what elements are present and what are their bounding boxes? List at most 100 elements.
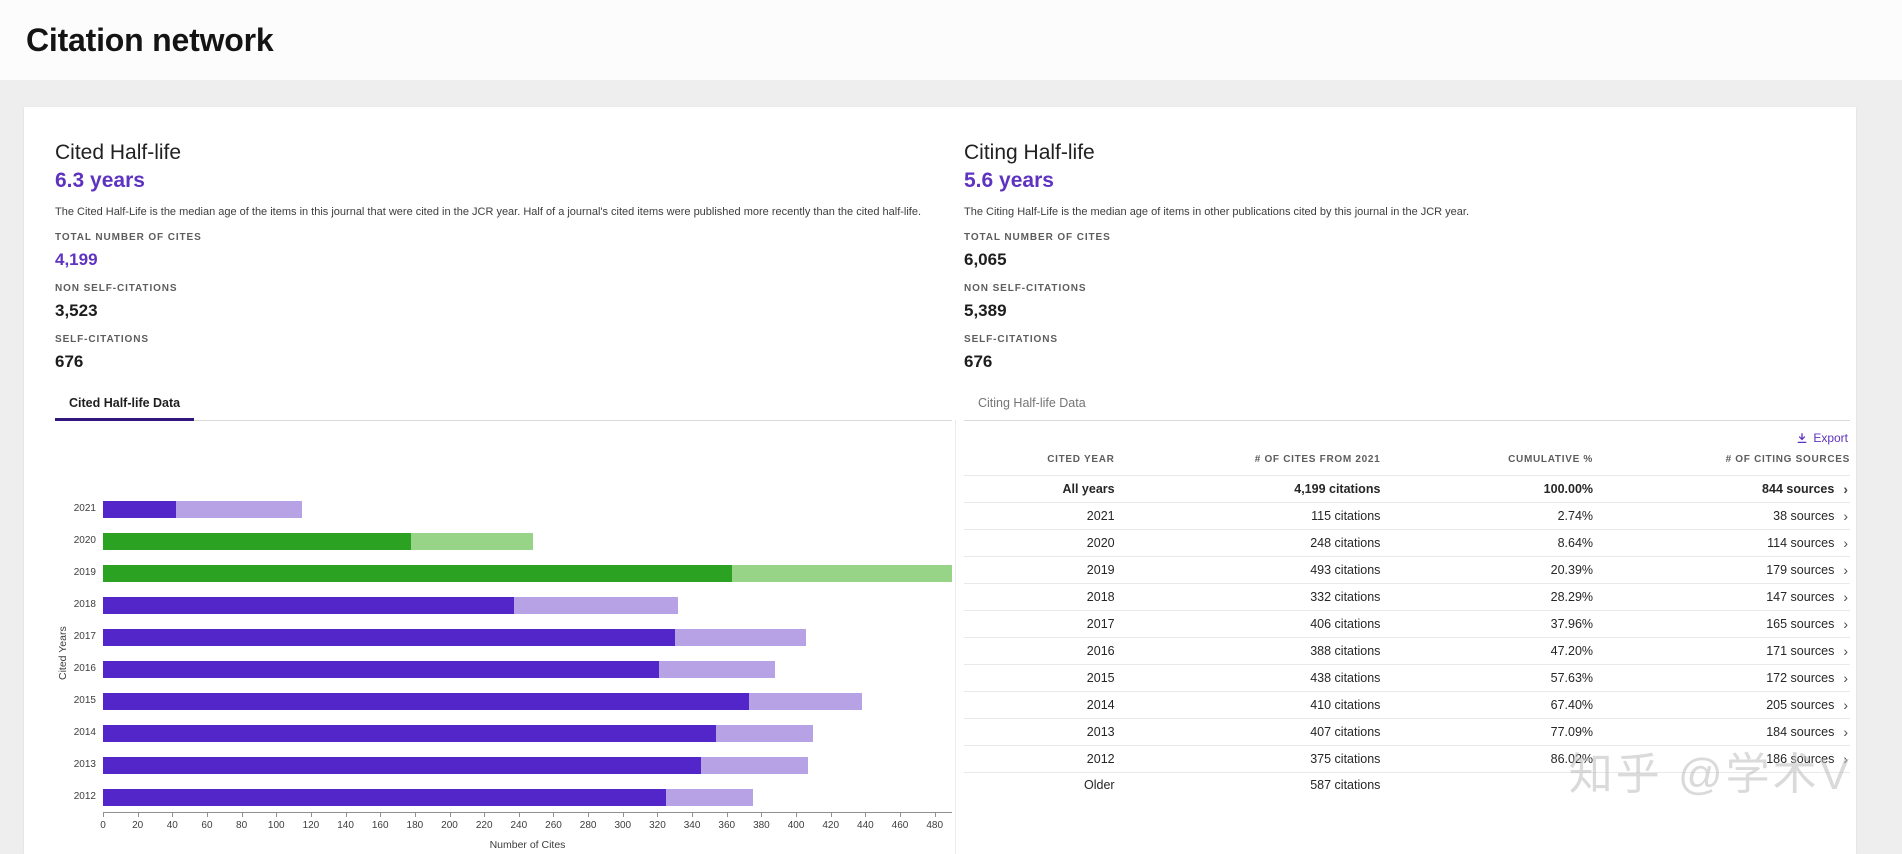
sources-link[interactable]: 844 sources (1762, 482, 1834, 496)
x-tick-label: 140 (337, 820, 354, 831)
chevron-right-icon[interactable]: › (1843, 698, 1848, 712)
cited-half-life-title: Cited Half-life (55, 141, 182, 164)
bar-segment-self-citations[interactable] (659, 660, 776, 678)
cell-sources[interactable]: 147 sources › (1593, 583, 1850, 611)
x-tick-mark (380, 813, 382, 817)
bar-segment-non-self-citations[interactable] (103, 788, 667, 806)
sources-link[interactable]: 172 sources (1766, 671, 1834, 685)
cell-cites: 388 citations (1114, 637, 1381, 665)
y-axis-label: 2018 (73, 599, 96, 610)
stat-value-total-cites[interactable]: 4,199 (55, 249, 952, 270)
bar-segment-self-citations[interactable] (700, 756, 809, 774)
cell-sources[interactable]: 38 sources › (1593, 502, 1850, 530)
bar-segment-non-self-citations[interactable] (103, 596, 514, 614)
table-row[interactable]: 2021 115 citations 2.74% 38 sources › (964, 502, 1850, 530)
header-cited-year: CITED YEAR (1047, 454, 1115, 465)
bar-segment-non-self-citations[interactable] (103, 724, 717, 742)
sources-link[interactable]: 114 sources (1767, 536, 1834, 550)
sources-link[interactable]: 205 sources (1766, 698, 1834, 712)
cell-sources[interactable]: 179 sources › (1593, 556, 1850, 584)
chevron-right-icon[interactable]: › (1843, 725, 1848, 739)
chevron-right-icon[interactable]: › (1843, 644, 1848, 658)
cell-year: 2017 (964, 610, 1115, 638)
stat-total-cites: TOTAL NUMBER OF CITES 6,065 (964, 232, 1850, 270)
table-row[interactable]: 2014 410 citations 67.40% 205 sources › (964, 691, 1850, 719)
chevron-right-icon[interactable]: › (1843, 536, 1848, 550)
x-tick-label: 320 (649, 820, 666, 831)
bar-segment-self-citations[interactable] (716, 724, 814, 742)
sources-link[interactable]: 179 sources (1766, 563, 1834, 577)
cell-year: 2016 (964, 637, 1115, 665)
cell-sources[interactable]: 171 sources › (1593, 637, 1850, 665)
cell-sources[interactable]: 172 sources › (1593, 664, 1850, 692)
table-row[interactable]: 2018 332 citations 28.29% 147 sources › (964, 583, 1850, 611)
x-tick-mark (345, 813, 347, 817)
cell-sources[interactable]: 114 sources › (1593, 529, 1850, 557)
chevron-right-icon[interactable]: › (1843, 671, 1848, 685)
export-button[interactable]: Export (1796, 431, 1848, 445)
sources-link[interactable]: 38 sources (1773, 509, 1834, 523)
table-row[interactable]: 2016 388 citations 47.20% 171 sources › (964, 637, 1850, 665)
cited-half-life-value: 6.3 years (55, 169, 145, 192)
cell-sources[interactable]: 184 sources › (1593, 718, 1850, 746)
sources-link[interactable]: 186 sources (1766, 752, 1834, 766)
table-row[interactable]: 2019 493 citations 20.39% 179 sources › (964, 556, 1850, 584)
bar-row-2018 (103, 589, 952, 621)
bar-segment-self-citations[interactable] (175, 500, 303, 518)
bar-segment-self-citations[interactable] (749, 692, 862, 710)
chevron-right-icon[interactable]: › (1843, 563, 1848, 577)
cell-cites: 587 citations (1114, 772, 1381, 798)
bar-segment-non-self-citations[interactable] (103, 660, 660, 678)
bar-segment-non-self-citations[interactable] (103, 692, 750, 710)
cell-cumulative: 47.20% (1380, 637, 1594, 665)
table-row[interactable]: 2013 407 citations 77.09% 184 sources › (964, 718, 1850, 746)
stat-label: TOTAL NUMBER OF CITES (964, 232, 1111, 243)
cell-cumulative (1380, 772, 1594, 798)
cell-cites: 248 citations (1114, 529, 1381, 557)
cited-half-life-description: The Cited Half-Life is the median age of… (55, 206, 922, 218)
chevron-right-icon[interactable]: › (1843, 590, 1848, 604)
x-tick-mark (622, 813, 624, 817)
bar-segment-non-self-citations[interactable] (103, 500, 176, 518)
bar-segment-self-citations[interactable] (411, 532, 533, 550)
cell-sources[interactable]: 844 sources › (1593, 475, 1850, 503)
cell-sources (1593, 772, 1850, 798)
citing-half-life-title: Citing Half-life (964, 141, 1095, 164)
sources-link[interactable]: 165 sources (1766, 617, 1834, 631)
sources-link[interactable]: 184 sources (1766, 725, 1834, 739)
table-row[interactable]: 2015 438 citations 57.63% 172 sources › (964, 664, 1850, 692)
bar-segment-self-citations[interactable] (674, 628, 807, 646)
bar-segment-self-citations[interactable] (666, 788, 753, 806)
chevron-right-icon[interactable]: › (1843, 482, 1848, 496)
table-row: Older 587 citations (964, 772, 1850, 798)
x-tick-label: 200 (441, 820, 458, 831)
x-tick-mark (657, 813, 659, 817)
cell-cumulative: 20.39% (1380, 556, 1594, 584)
bar-segment-non-self-citations[interactable] (103, 628, 675, 646)
cell-sources[interactable]: 165 sources › (1593, 610, 1850, 638)
x-tick-mark (934, 813, 936, 817)
sources-link[interactable]: 171 sources (1766, 644, 1834, 658)
bar-segment-non-self-citations[interactable] (103, 756, 701, 774)
cell-cites: 410 citations (1114, 691, 1381, 719)
sources-link[interactable]: 147 sources (1766, 590, 1834, 604)
table-row[interactable]: 2017 406 citations 37.96% 165 sources › (964, 610, 1850, 638)
cell-cumulative: 37.96% (1380, 610, 1594, 638)
cell-sources[interactable]: 205 sources › (1593, 691, 1850, 719)
table-row[interactable]: All years 4,199 citations 100.00% 844 sourc… (964, 475, 1850, 503)
table-row[interactable]: 2012 375 citations 86.02% 186 sources › (964, 745, 1850, 773)
chevron-right-icon[interactable]: › (1843, 617, 1848, 631)
chevron-right-icon[interactable]: › (1843, 509, 1848, 523)
bar-segment-self-citations[interactable] (731, 564, 952, 582)
bar-segment-non-self-citations[interactable] (103, 532, 412, 550)
bar-segment-non-self-citations[interactable] (103, 564, 732, 582)
cell-cites: 406 citations (1114, 610, 1381, 638)
cell-sources[interactable]: 186 sources › (1593, 745, 1850, 773)
chevron-right-icon[interactable]: › (1843, 752, 1848, 766)
table-row[interactable]: 2020 248 citations 8.64% 114 sources › (964, 529, 1850, 557)
half-life-panels: Cited Half-life 6.3 years The Cited Half… (55, 107, 1850, 851)
tab-cited-half-life-data[interactable]: Cited Half-life Data (55, 389, 195, 421)
bar-segment-self-citations[interactable] (513, 596, 679, 614)
tab-citing-half-life-data[interactable]: Citing Half-life Data (964, 389, 1100, 420)
x-tick-label: 400 (787, 820, 805, 831)
